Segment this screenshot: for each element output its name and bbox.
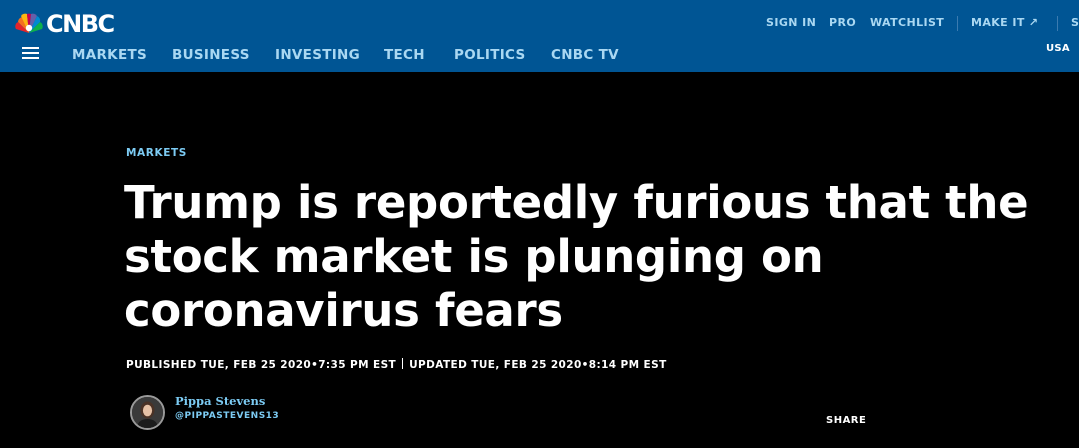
region-selector[interactable]: USA [1046, 43, 1070, 55]
pro-link[interactable]: PRO [829, 17, 856, 29]
make-it-link[interactable]: MAKE IT ↗ [971, 17, 1038, 29]
author-handle[interactable]: @PIPPASTEVENS13 [175, 411, 279, 422]
author-name[interactable]: Pippa Stevens [175, 395, 265, 408]
nav-item-markets[interactable]: MARKETS [72, 47, 147, 63]
nav-item-politics[interactable]: POLITICS [454, 47, 526, 63]
sign-in-link[interactable]: SIGN IN [766, 17, 816, 29]
nav-item-tech[interactable]: TECH [384, 47, 425, 63]
site-header: CNBC SIGN IN PRO WATCHLIST MAKE IT ↗ S MA… [0, 0, 1079, 72]
divider [957, 16, 958, 31]
make-it-label: MAKE IT [971, 16, 1025, 29]
published-time: PUBLISHED TUE, FEB 25 2020•7:35 PM EST [126, 359, 397, 371]
main-nav: MARKETS BUSINESS INVESTING TECH POLITICS… [0, 47, 1079, 63]
headline-line: coronavirus fears [124, 284, 563, 337]
article-headline: Trump is reportedly furious that the sto… [124, 176, 1054, 338]
section-tag[interactable]: MARKETS [126, 147, 187, 159]
nav-item-business[interactable]: BUSINESS [172, 47, 250, 63]
divider [1057, 16, 1058, 31]
article-dateline: PUBLISHED TUE, FEB 25 2020•7:35 PM EST UP… [126, 358, 667, 371]
headline-line: stock market is plunging on [124, 230, 824, 283]
overflow-link[interactable]: S [1071, 17, 1079, 29]
watchlist-link[interactable]: WATCHLIST [870, 17, 944, 29]
nav-item-investing[interactable]: INVESTING [275, 47, 360, 63]
updated-time: UPDATED TUE, FEB 25 2020•8:14 PM EST [409, 359, 667, 371]
divider [402, 358, 404, 369]
nav-item-cnbc-tv[interactable]: CNBC TV [551, 47, 619, 63]
avatar[interactable] [130, 395, 165, 430]
share-button[interactable]: SHARE [826, 415, 866, 427]
utility-links: SIGN IN PRO WATCHLIST MAKE IT ↗ S [0, 16, 1079, 31]
headline-line: Trump is reportedly furious that the [124, 176, 1029, 229]
external-link-icon: ↗ [1028, 16, 1039, 29]
author-photo [132, 397, 163, 428]
